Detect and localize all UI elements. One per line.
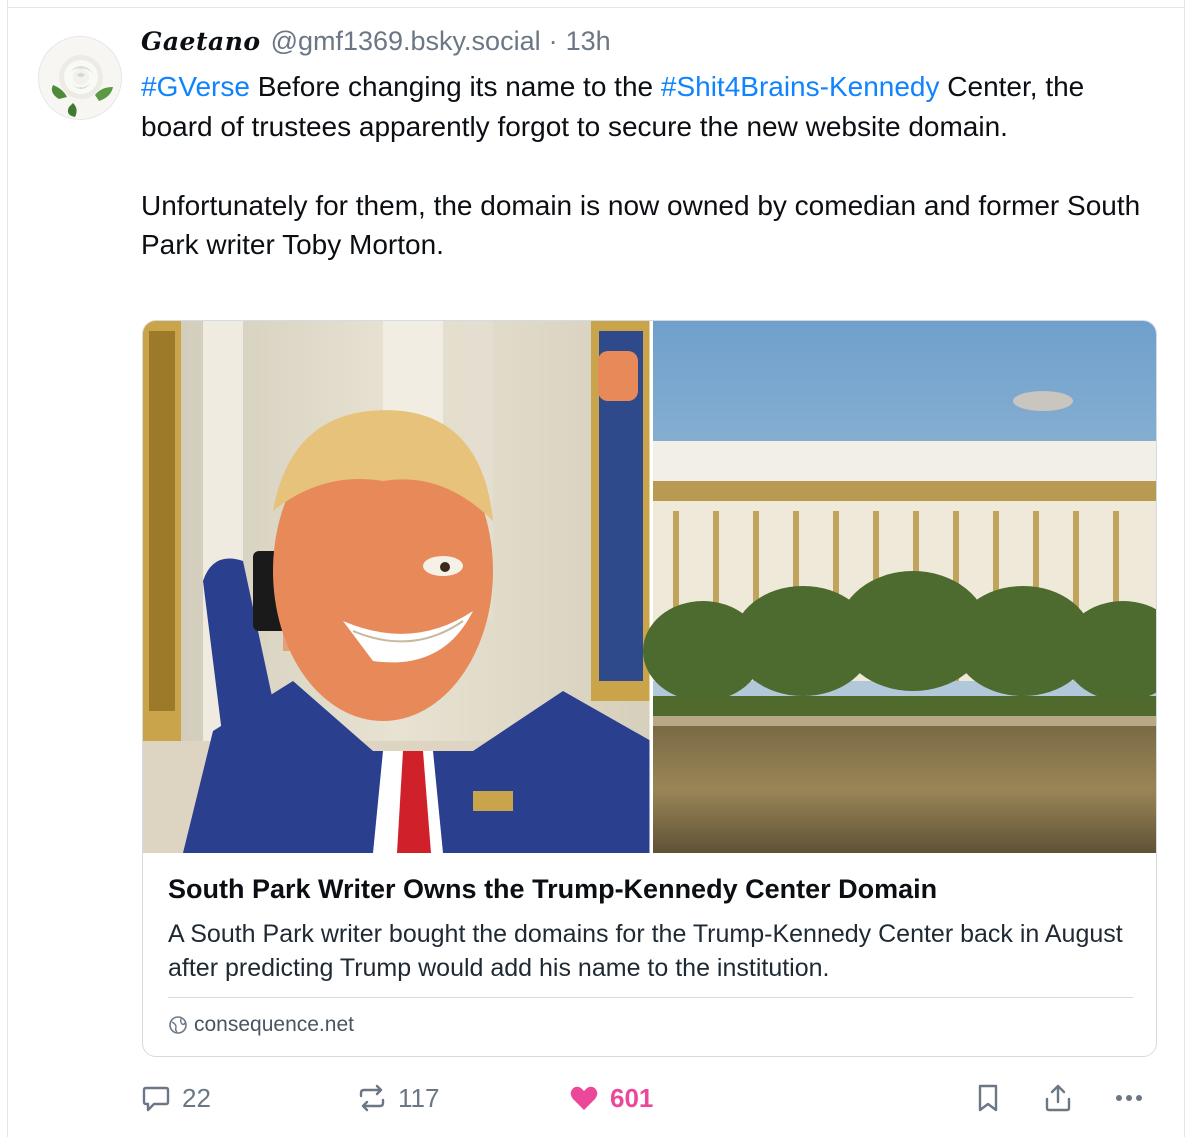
- link-card-domain-text: consequence.net: [194, 1013, 354, 1036]
- hashtag-shit4brains-kennedy[interactable]: #Shit4Brains-Kennedy: [661, 71, 940, 102]
- reply-count: 22: [182, 1082, 211, 1113]
- hashtag-gverse[interactable]: #GVerse: [141, 71, 250, 102]
- repost-count: 117: [398, 1082, 440, 1113]
- bookmark-button[interactable]: [972, 1076, 1004, 1120]
- post-paragraph-2: Unfortunately for them, the domain is no…: [141, 189, 1141, 261]
- author-handle[interactable]: @gmf1369.bsky.social: [271, 26, 541, 57]
- post-timestamp[interactable]: 13h: [566, 26, 611, 57]
- link-card-title[interactable]: South Park Writer Owns the Trump-Kennedy…: [168, 874, 937, 905]
- share-button[interactable]: [1042, 1076, 1074, 1120]
- author-display-name[interactable]: Gaetano: [141, 27, 261, 56]
- post-paragraph-1: #GVerse Before changing its name to the …: [141, 67, 1161, 146]
- heart-icon: [570, 1086, 598, 1110]
- link-card-description: A South Park writer bought the domains f…: [168, 920, 1123, 982]
- link-card[interactable]: South Park Writer Owns the Trump-Kennedy…: [142, 320, 1157, 1057]
- rose-avatar-image: [39, 37, 121, 119]
- reply-icon: [142, 1086, 170, 1112]
- post-header: Gaetano @gmf1369.bsky.social · 13h: [141, 26, 611, 62]
- share-icon: [1045, 1084, 1071, 1112]
- like-button[interactable]: 601: [568, 1076, 653, 1120]
- window-frame-left: [0, 0, 8, 1137]
- more-options-button[interactable]: [1112, 1076, 1146, 1120]
- kennedy-center-photo: [643, 321, 1156, 853]
- post-text-segment: Before changing its name to the: [249, 71, 661, 102]
- like-count: 601: [610, 1082, 654, 1113]
- link-card-image: [143, 321, 1156, 853]
- cartoon-panel: [143, 321, 651, 853]
- post-actions-bar: 22 117 601: [0, 1076, 1184, 1120]
- header-separator: ·: [548, 26, 558, 56]
- window-frame-top: [8, 0, 1184, 8]
- globe-icon: [169, 1016, 187, 1034]
- reply-button[interactable]: 22: [140, 1076, 211, 1120]
- post-body: #GVerse Before changing its name to the …: [141, 67, 1161, 265]
- more-icon: [1116, 1095, 1142, 1101]
- avatar[interactable]: [38, 36, 122, 120]
- link-card-domain[interactable]: consequence.net: [168, 1013, 354, 1037]
- repost-icon: [359, 1084, 385, 1112]
- window-frame-right: [1184, 0, 1200, 1137]
- repost-button[interactable]: 117: [356, 1076, 439, 1120]
- bookmark-icon: [978, 1084, 998, 1112]
- link-card-divider: [168, 997, 1133, 998]
